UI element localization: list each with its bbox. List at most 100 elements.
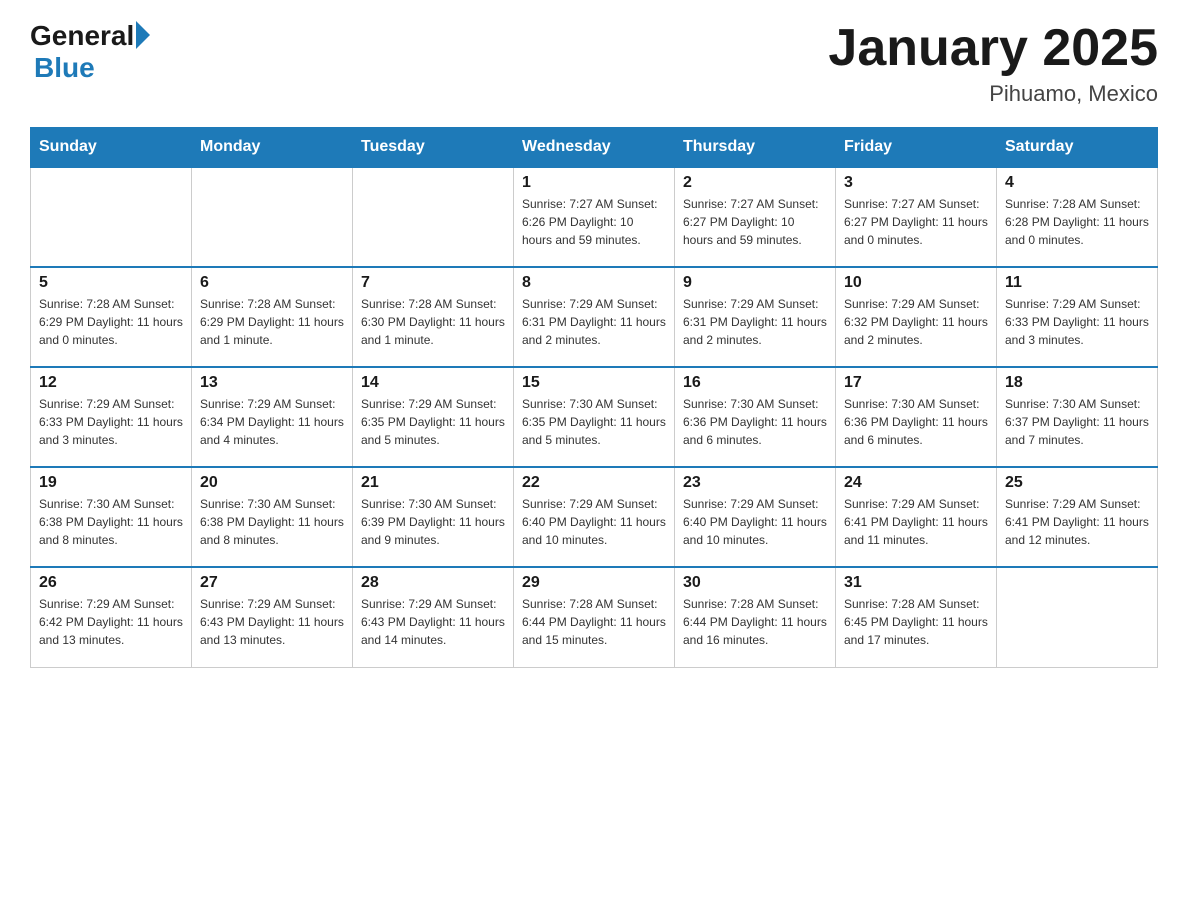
- calendar-cell: 13 Sunrise: 7:29 AM Sunset: 6:34 PM Dayli…: [192, 367, 353, 467]
- day-number: 31: [844, 574, 988, 592]
- calendar-cell: 26 Sunrise: 7:29 AM Sunset: 6:42 PM Dayli…: [31, 567, 192, 667]
- calendar-title-section: January 2025 Pihuamo, Mexico: [828, 20, 1158, 107]
- day-info: Sunrise: 7:29 AM Sunset: 6:42 PM Dayligh…: [39, 595, 183, 649]
- logo: General Blue: [30, 20, 150, 84]
- day-info: Sunrise: 7:30 AM Sunset: 6:35 PM Dayligh…: [522, 395, 666, 449]
- calendar-header-row: SundayMondayTuesdayWednesdayThursdayFrid…: [31, 128, 1158, 168]
- day-number: 12: [39, 374, 183, 392]
- calendar-cell: 27 Sunrise: 7:29 AM Sunset: 6:43 PM Dayli…: [192, 567, 353, 667]
- week-row-1: 1Sunrise: 7:27 AM Sunset: 6:26 PM Daylig…: [31, 167, 1158, 267]
- day-info: Sunrise: 7:28 AM Sunset: 6:28 PM Dayligh…: [1005, 195, 1149, 249]
- calendar-cell: 24 Sunrise: 7:29 AM Sunset: 6:41 PM Dayli…: [836, 467, 997, 567]
- calendar-cell: 14Sunrise: 7:29 AM Sunset: 6:35 PM Dayli…: [353, 367, 514, 467]
- calendar-cell: 23 Sunrise: 7:29 AM Sunset: 6:40 PM Dayli…: [675, 467, 836, 567]
- calendar-cell: 5 Sunrise: 7:28 AM Sunset: 6:29 PM Daylig…: [31, 267, 192, 367]
- day-number: 19: [39, 474, 183, 492]
- calendar-cell: [31, 167, 192, 267]
- day-info: Sunrise: 7:28 AM Sunset: 6:44 PM Dayligh…: [683, 595, 827, 649]
- day-number: 26: [39, 574, 183, 592]
- week-row-4: 19 Sunrise: 7:30 AM Sunset: 6:38 PM Dayli…: [31, 467, 1158, 567]
- day-info: Sunrise: 7:30 AM Sunset: 6:39 PM Dayligh…: [361, 495, 505, 549]
- day-number: 5: [39, 274, 183, 292]
- calendar-cell: 8 Sunrise: 7:29 AM Sunset: 6:31 PM Daylig…: [514, 267, 675, 367]
- calendar-cell: 7 Sunrise: 7:28 AM Sunset: 6:30 PM Daylig…: [353, 267, 514, 367]
- day-info: Sunrise: 7:29 AM Sunset: 6:43 PM Dayligh…: [200, 595, 344, 649]
- day-info: Sunrise: 7:29 AM Sunset: 6:34 PM Dayligh…: [200, 395, 344, 449]
- day-info: Sunrise: 7:28 AM Sunset: 6:45 PM Dayligh…: [844, 595, 988, 649]
- day-number: 17: [844, 374, 988, 392]
- calendar-cell: 11Sunrise: 7:29 AM Sunset: 6:33 PM Dayli…: [997, 267, 1158, 367]
- day-number: 11: [1005, 274, 1149, 292]
- calendar-title: January 2025: [828, 20, 1158, 77]
- calendar-cell: 9 Sunrise: 7:29 AM Sunset: 6:31 PM Daylig…: [675, 267, 836, 367]
- calendar-cell: 17Sunrise: 7:30 AM Sunset: 6:36 PM Dayli…: [836, 367, 997, 467]
- day-number: 16: [683, 374, 827, 392]
- calendar-cell: [192, 167, 353, 267]
- day-info: Sunrise: 7:28 AM Sunset: 6:30 PM Dayligh…: [361, 295, 505, 349]
- day-info: Sunrise: 7:29 AM Sunset: 6:43 PM Dayligh…: [361, 595, 505, 649]
- day-number: 14: [361, 374, 505, 392]
- calendar-table: SundayMondayTuesdayWednesdayThursdayFrid…: [30, 127, 1158, 668]
- day-number: 6: [200, 274, 344, 292]
- day-number: 1: [522, 174, 666, 192]
- day-info: Sunrise: 7:29 AM Sunset: 6:40 PM Dayligh…: [683, 495, 827, 549]
- day-number: 8: [522, 274, 666, 292]
- header-monday: Monday: [192, 128, 353, 168]
- calendar-cell: 20Sunrise: 7:30 AM Sunset: 6:38 PM Dayli…: [192, 467, 353, 567]
- day-info: Sunrise: 7:29 AM Sunset: 6:41 PM Dayligh…: [844, 495, 988, 549]
- week-row-5: 26 Sunrise: 7:29 AM Sunset: 6:42 PM Dayli…: [31, 567, 1158, 667]
- header-friday: Friday: [836, 128, 997, 168]
- day-number: 13: [200, 374, 344, 392]
- day-info: Sunrise: 7:28 AM Sunset: 6:29 PM Dayligh…: [39, 295, 183, 349]
- day-info: Sunrise: 7:29 AM Sunset: 6:41 PM Dayligh…: [1005, 495, 1149, 549]
- day-info: Sunrise: 7:28 AM Sunset: 6:29 PM Dayligh…: [200, 295, 344, 349]
- day-number: 2: [683, 174, 827, 192]
- calendar-cell: 19Sunrise: 7:30 AM Sunset: 6:38 PM Dayli…: [31, 467, 192, 567]
- day-info: Sunrise: 7:29 AM Sunset: 6:32 PM Dayligh…: [844, 295, 988, 349]
- calendar-cell: 2 Sunrise: 7:27 AM Sunset: 6:27 PM Daylig…: [675, 167, 836, 267]
- week-row-2: 5 Sunrise: 7:28 AM Sunset: 6:29 PM Daylig…: [31, 267, 1158, 367]
- day-info: Sunrise: 7:30 AM Sunset: 6:38 PM Dayligh…: [200, 495, 344, 549]
- logo-general-text: General: [30, 20, 134, 52]
- day-number: 10: [844, 274, 988, 292]
- calendar-cell: 18Sunrise: 7:30 AM Sunset: 6:37 PM Dayli…: [997, 367, 1158, 467]
- calendar-cell: 29Sunrise: 7:28 AM Sunset: 6:44 PM Dayli…: [514, 567, 675, 667]
- day-number: 24: [844, 474, 988, 492]
- week-row-3: 12 Sunrise: 7:29 AM Sunset: 6:33 PM Dayli…: [31, 367, 1158, 467]
- calendar-cell: 6 Sunrise: 7:28 AM Sunset: 6:29 PM Daylig…: [192, 267, 353, 367]
- logo-arrow-icon: [136, 21, 150, 49]
- day-number: 15: [522, 374, 666, 392]
- day-number: 7: [361, 274, 505, 292]
- calendar-cell: 25Sunrise: 7:29 AM Sunset: 6:41 PM Dayli…: [997, 467, 1158, 567]
- header-tuesday: Tuesday: [353, 128, 514, 168]
- day-number: 9: [683, 274, 827, 292]
- day-info: Sunrise: 7:27 AM Sunset: 6:27 PM Dayligh…: [683, 195, 827, 249]
- day-info: Sunrise: 7:29 AM Sunset: 6:31 PM Dayligh…: [522, 295, 666, 349]
- logo-blue-text: Blue: [34, 52, 95, 84]
- header-thursday: Thursday: [675, 128, 836, 168]
- day-number: 27: [200, 574, 344, 592]
- calendar-cell: 16 Sunrise: 7:30 AM Sunset: 6:36 PM Dayli…: [675, 367, 836, 467]
- day-number: 22: [522, 474, 666, 492]
- page-header: General Blue January 2025 Pihuamo, Mexic…: [30, 20, 1158, 107]
- calendar-cell: 4 Sunrise: 7:28 AM Sunset: 6:28 PM Daylig…: [997, 167, 1158, 267]
- day-number: 4: [1005, 174, 1149, 192]
- calendar-cell: 15 Sunrise: 7:30 AM Sunset: 6:35 PM Dayli…: [514, 367, 675, 467]
- calendar-cell: 30Sunrise: 7:28 AM Sunset: 6:44 PM Dayli…: [675, 567, 836, 667]
- day-info: Sunrise: 7:30 AM Sunset: 6:36 PM Dayligh…: [683, 395, 827, 449]
- day-info: Sunrise: 7:29 AM Sunset: 6:31 PM Dayligh…: [683, 295, 827, 349]
- calendar-cell: [997, 567, 1158, 667]
- header-saturday: Saturday: [997, 128, 1158, 168]
- header-wednesday: Wednesday: [514, 128, 675, 168]
- calendar-cell: 12 Sunrise: 7:29 AM Sunset: 6:33 PM Dayli…: [31, 367, 192, 467]
- calendar-subtitle: Pihuamo, Mexico: [828, 81, 1158, 107]
- calendar-cell: [353, 167, 514, 267]
- day-info: Sunrise: 7:29 AM Sunset: 6:33 PM Dayligh…: [39, 395, 183, 449]
- day-number: 28: [361, 574, 505, 592]
- day-info: Sunrise: 7:27 AM Sunset: 6:27 PM Dayligh…: [844, 195, 988, 249]
- header-sunday: Sunday: [31, 128, 192, 168]
- calendar-cell: 21 Sunrise: 7:30 AM Sunset: 6:39 PM Dayli…: [353, 467, 514, 567]
- calendar-cell: 3Sunrise: 7:27 AM Sunset: 6:27 PM Daylig…: [836, 167, 997, 267]
- day-number: 21: [361, 474, 505, 492]
- day-number: 23: [683, 474, 827, 492]
